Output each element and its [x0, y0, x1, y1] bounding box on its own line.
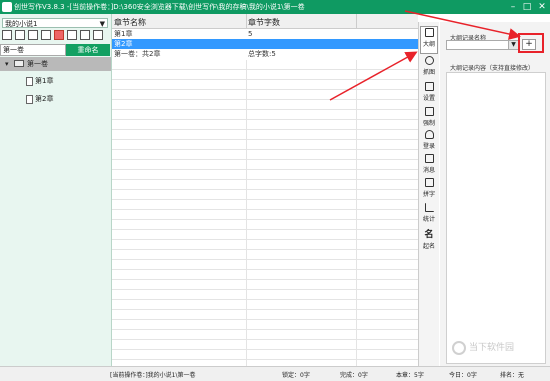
annotation-arrow [329, 51, 418, 101]
status-rank: 排名：无 [500, 372, 525, 379]
status-locked: 锁定：0字 [282, 372, 310, 379]
annotation-arrows [329, 10, 521, 101]
annotation-arrow [404, 10, 521, 40]
status-current-volume: [当前操作卷：]我的小说1\第一卷 [110, 372, 196, 379]
watermark-logo-icon [452, 340, 466, 355]
status-done: 完成：0字 [340, 372, 368, 379]
status-today: 今日：0字 [449, 372, 477, 379]
status-bar: [当前操作卷：]我的小说1\第一卷 锁定：0字 完成：0字 本章：5字 今日：0… [0, 366, 550, 381]
watermark: 当下软件园 [452, 340, 514, 355]
status-chapter: 本章：5字 [396, 372, 424, 379]
